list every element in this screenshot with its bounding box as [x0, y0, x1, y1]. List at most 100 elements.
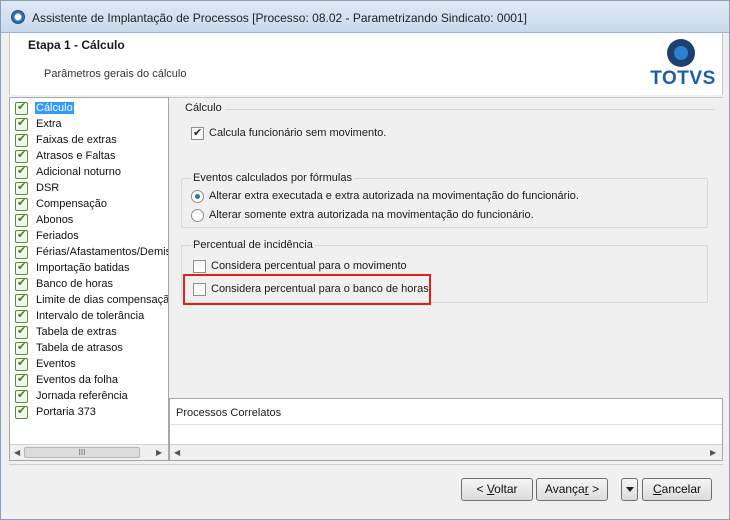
- tree-item-label: DSR: [36, 182, 60, 194]
- window-title: Assistente de Implantação de Processos […: [32, 11, 527, 25]
- next-button-prefix: Avança: [544, 482, 585, 496]
- footer-divider: [9, 464, 723, 465]
- eventos-label-somente-autorizada: Alterar somente extra autorizada na movi…: [209, 209, 534, 221]
- calcula-sem-movimento-option[interactable]: Calcula funcionário sem movimento.: [191, 125, 386, 141]
- checkmark-icon: [15, 388, 28, 403]
- checkmark-icon: [15, 212, 28, 227]
- tree-item[interactable]: Tabela de extras: [15, 324, 118, 340]
- totvs-logo-text: TOTVS: [650, 68, 716, 89]
- checkmark-icon: [15, 356, 28, 371]
- next-button-suffix: >: [588, 482, 600, 496]
- tree-horizontal-scrollbar[interactable]: ◀ III ▶: [10, 444, 168, 460]
- checkmark-icon: [15, 100, 28, 115]
- tree-item-label: Abonos: [36, 214, 74, 226]
- tree-item-label: Compensação: [36, 198, 107, 210]
- steps-tree[interactable]: Portaria 373 Jornada referência Eventos da…: [9, 97, 169, 461]
- tree-item[interactable]: Banco de horas: [15, 276, 114, 292]
- section-title-calculo: Cálculo: [185, 102, 222, 114]
- tree-item[interactable]: Intervalo de tolerância: [15, 308, 145, 324]
- tree-item-label: Atrasos e Faltas: [36, 150, 116, 162]
- scroll-left-icon[interactable]: ◀: [174, 448, 180, 457]
- eventos-option-somente-autorizada[interactable]: Alterar somente extra autorizada na movi…: [191, 207, 534, 223]
- tree-item[interactable]: Jornada referência: [15, 388, 129, 404]
- back-button-rest: oltar: [494, 482, 518, 496]
- checkmark-icon: [15, 372, 28, 387]
- tree-item-label: Jornada referência: [36, 390, 128, 402]
- tree-item[interactable]: Portaria 373: [15, 404, 97, 420]
- wizard-window: Assistente de Implantação de Processos […: [0, 0, 730, 520]
- step-content-panel: Cálculo Calcula funcionário sem moviment…: [169, 97, 723, 397]
- totvs-logo-icon: [667, 39, 695, 67]
- checkmark-icon: [15, 116, 28, 131]
- calcula-sem-movimento-checkbox[interactable]: [191, 126, 204, 140]
- eventos-radio-executada-autorizada[interactable]: [191, 189, 204, 203]
- calcula-sem-movimento-label: Calcula funcionário sem movimento.: [209, 127, 387, 139]
- tree-item[interactable]: Férias/Afastamentos/Demis: [15, 244, 169, 260]
- eventos-option-executada-autorizada[interactable]: Alterar extra executada e extra autoriza…: [191, 188, 579, 204]
- step-subtitle: Parâmetros gerais do cálculo: [44, 68, 187, 80]
- eventos-group-title: Eventos calculados por fórmulas: [191, 172, 354, 184]
- tree-item-label: Feriados: [36, 230, 79, 242]
- related-divider: [170, 424, 722, 425]
- tree-item-label: Limite de dias compensação: [36, 294, 169, 306]
- tree-item[interactable]: DSR: [15, 180, 60, 196]
- tree-item[interactable]: Importação batidas: [15, 260, 131, 276]
- scrollbar-thumb[interactable]: III: [24, 447, 140, 458]
- section-divider: [225, 109, 715, 110]
- tree-item[interactable]: Compensação: [15, 196, 108, 212]
- tree-item[interactable]: Cálculo: [15, 100, 74, 116]
- considera-percentual-movimento-label: Considera percentual para o movimento: [211, 260, 407, 272]
- tree-item[interactable]: Faixas de extras: [15, 132, 118, 148]
- options-dropdown-button[interactable]: [621, 478, 638, 501]
- checkmark-icon: [15, 148, 28, 163]
- tree-item-label: Portaria 373: [36, 406, 96, 418]
- tree-item-label: Tabela de extras: [36, 326, 117, 338]
- highlight-box: [183, 274, 431, 305]
- tree-item[interactable]: Abonos: [15, 212, 74, 228]
- scroll-right-icon[interactable]: ▶: [710, 448, 716, 457]
- cancel-button[interactable]: Cancelar: [642, 478, 712, 501]
- tree-item-label: Férias/Afastamentos/Demis: [36, 246, 169, 258]
- checkmark-icon: [15, 340, 28, 355]
- eventos-label-executada-autorizada: Alterar extra executada e extra autoriza…: [209, 190, 579, 202]
- checkmark-icon: [15, 308, 28, 323]
- related-processes-title: Processos Correlatos: [176, 407, 282, 419]
- next-button[interactable]: Avançar >: [536, 478, 608, 501]
- tree-item-label: Importação batidas: [36, 262, 130, 274]
- tree-item-label: Tabela de atrasos: [36, 342, 123, 354]
- checkmark-icon: [15, 244, 28, 259]
- tree-item[interactable]: Atrasos e Faltas: [15, 148, 116, 164]
- tree-item-label: Intervalo de tolerância: [36, 310, 145, 322]
- checkmark-icon: [15, 228, 28, 243]
- checkmark-icon: [15, 164, 28, 179]
- tree-item-label: Eventos: [36, 358, 76, 370]
- wizard-header: Etapa 1 - Cálculo Parâmetros gerais do c…: [9, 33, 723, 95]
- considera-percentual-movimento-checkbox[interactable]: [193, 259, 206, 273]
- tree-item[interactable]: Extra: [15, 116, 63, 132]
- tree-item[interactable]: Feriados: [15, 228, 80, 244]
- tree-item-label: Faixas de extras: [36, 134, 117, 146]
- tree-item[interactable]: Eventos da folha: [15, 372, 119, 388]
- tree-item[interactable]: Eventos: [15, 356, 77, 372]
- scroll-right-icon[interactable]: ▶: [156, 448, 162, 457]
- checkmark-icon: [15, 292, 28, 307]
- tree-item[interactable]: Limite de dias compensação: [15, 292, 169, 308]
- cancel-button-mnemonic: C: [652, 482, 662, 496]
- title-bar: Assistente de Implantação de Processos […: [1, 1, 729, 33]
- scroll-left-icon[interactable]: ◀: [14, 448, 20, 457]
- back-button[interactable]: < Voltar: [461, 478, 533, 501]
- related-processes-panel: Processos Correlatos ◀ ▶: [169, 398, 723, 461]
- eventos-radio-somente-autorizada[interactable]: [191, 208, 204, 222]
- related-horizontal-scrollbar[interactable]: ◀ ▶: [170, 444, 722, 460]
- checkmark-icon: [15, 324, 28, 339]
- tree-item-label: Banco de horas: [36, 278, 114, 290]
- step-title: Etapa 1 - Cálculo: [28, 38, 125, 52]
- checkmark-icon: [15, 276, 28, 291]
- percentual-group-title: Percentual de incidência: [191, 239, 315, 251]
- checkmark-icon: [15, 132, 28, 147]
- considera-percentual-movimento-option[interactable]: Considera percentual para o movimento: [193, 258, 407, 274]
- tree-item[interactable]: Tabela de atrasos: [15, 340, 124, 356]
- tree-item[interactable]: Adicional noturno: [15, 164, 122, 180]
- cancel-button-rest: ancelar: [661, 482, 702, 496]
- checkmark-icon: [15, 404, 28, 419]
